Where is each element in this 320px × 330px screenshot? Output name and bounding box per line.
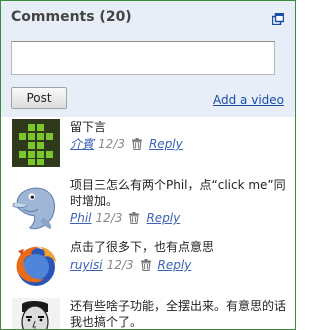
- comments-header: Comments (20): [1, 1, 295, 35]
- comment-meta: Phil 12/3 Reply: [70, 210, 180, 226]
- comment-compose: Post Add a video: [1, 35, 295, 117]
- comment-author[interactable]: 介賓: [70, 137, 94, 151]
- firefox-avatar: [16, 246, 56, 286]
- comment-meta: 介賓 12/3 Reply: [70, 136, 183, 152]
- comment-date: 12/3: [106, 258, 134, 272]
- dolphin-avatar: [12, 187, 56, 230]
- comment-item: 项目三怎么有两个Phil，点“click me”同时增加。 Phil 12/3 Re…: [1, 177, 295, 237]
- comment-date: 12/3: [98, 137, 125, 151]
- comment-author[interactable]: ruyisi: [70, 258, 103, 272]
- comments-title: Comments (20): [11, 9, 132, 25]
- comment-input[interactable]: [11, 41, 275, 75]
- reply-link[interactable]: Reply: [158, 258, 192, 272]
- comment-item: 还有些啥子功能，全摆出来。有意思的话我也搞个了。: [1, 298, 295, 329]
- comment-text: 点击了很多下，也有点意思: [70, 240, 215, 254]
- add-video-link[interactable]: Add a video: [213, 93, 284, 107]
- trash-icon[interactable]: [140, 259, 152, 271]
- comments-gadget: Comments (20) Post Add a video 留下言 介賓 12/…: [0, 0, 296, 330]
- comment-text: 项目三怎么有两个Phil，点“click me”同时增加。: [70, 178, 286, 208]
- comment-author[interactable]: Phil: [70, 211, 92, 225]
- comment-item: 点击了很多下，也有点意思 ruyisi 12/3 Reply: [1, 239, 295, 293]
- reply-link[interactable]: Reply: [149, 137, 183, 151]
- comment-date: 12/3: [95, 211, 123, 225]
- trash-icon[interactable]: [131, 138, 143, 150]
- comment-text: 留下言: [70, 120, 107, 134]
- reply-link[interactable]: Reply: [146, 211, 180, 225]
- comment-meta: ruyisi 12/3 Reply: [70, 257, 191, 273]
- green-pixel-avatar: [12, 119, 60, 167]
- post-button[interactable]: Post: [11, 87, 67, 109]
- popout-window-icon[interactable]: [272, 13, 284, 25]
- comment-text: 还有些啥子功能，全摆出来。有意思的话我也搞个了。: [70, 299, 287, 329]
- trash-icon[interactable]: [128, 212, 140, 224]
- comment-item: 留下言 介賓 12/3 Reply: [1, 119, 295, 173]
- face-avatar: [12, 298, 60, 329]
